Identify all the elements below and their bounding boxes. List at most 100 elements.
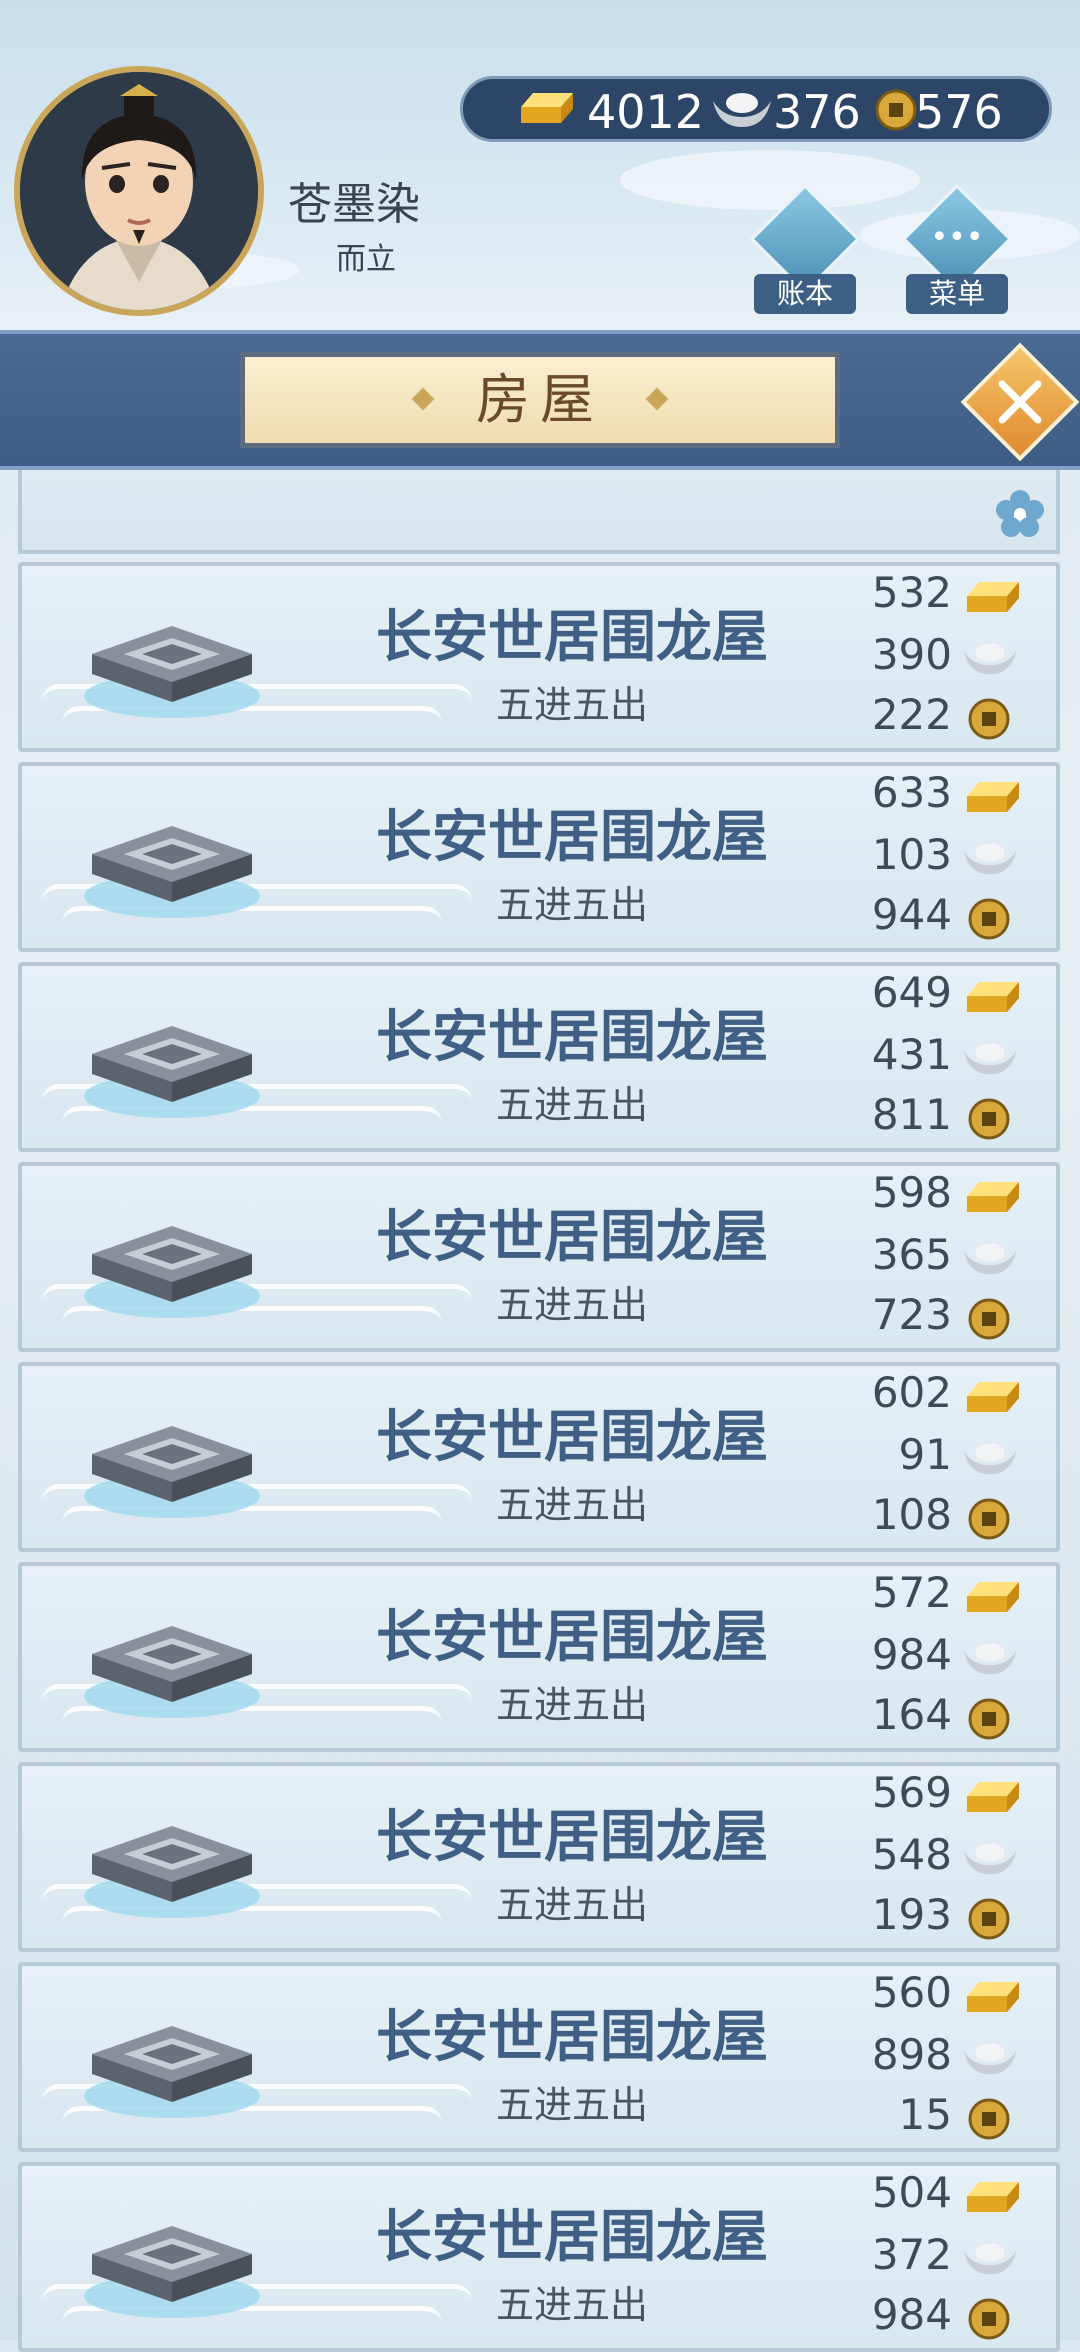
copper-coin-icon (968, 1698, 1010, 1740)
coin-price: 811 (871, 1090, 952, 1139)
house-image (84, 1226, 260, 1318)
house-description: 五进五出 (495, 1683, 648, 1727)
house-name: 长安世居围龙屋 (376, 1405, 768, 1470)
house-image (84, 1626, 260, 1718)
gold-price: 602 (871, 1368, 952, 1417)
gold-price: 504 (871, 2168, 952, 2217)
currency-bar: 4012 376 576 (460, 76, 1052, 142)
house-name: 长安世居围龙屋 (376, 2205, 768, 2270)
house-card[interactable]: 长安世居围龙屋 五进五出 504 372 984 (18, 2162, 1060, 2352)
coin-price: 944 (871, 890, 952, 939)
ledger-button[interactable]: 账本 (749, 183, 861, 318)
house-description: 五进五出 (495, 1283, 648, 1327)
house-name: 长安世居围龙屋 (376, 2005, 768, 2070)
panel-title-plate: 房屋 (240, 352, 840, 448)
coin-price: 108 (871, 1490, 952, 1539)
silver-ingot-icon (963, 2043, 1017, 2075)
silver-price: 431 (871, 1030, 952, 1079)
copper-coin-icon (968, 1898, 1010, 1940)
house-image (84, 626, 260, 718)
gold-ingot-icon (967, 1382, 1019, 1412)
house-description: 五进五出 (495, 2083, 648, 2127)
house-description: 五进五出 (495, 1883, 648, 1927)
copper-coin-icon (968, 2298, 1010, 2340)
gold-ingot-icon (967, 1582, 1019, 1612)
house-image (84, 1426, 260, 1518)
silver-ingot-icon (963, 643, 1017, 675)
silver-ingot-icon (713, 93, 771, 127)
house-card[interactable]: 长安世居围龙屋五进五出 572 984 164 (18, 1562, 1060, 1752)
house-card[interactable]: 长安世居围龙屋五进五出 532 390 222 (18, 562, 1060, 752)
house-card[interactable]: 长安世居围龙屋 五进五出 560 898 15 (18, 1962, 1060, 2152)
gold-ingot-icon (967, 582, 1019, 612)
house-description: 五进五出 (495, 883, 648, 927)
coin-price: 723 (871, 1290, 952, 1339)
house-name: 长安世居围龙屋 (376, 605, 768, 670)
gold-price: 560 (871, 1968, 952, 2017)
copper-coin-icon (968, 698, 1010, 740)
house-name: 长安世居围龙屋 (376, 1605, 768, 1670)
house-card[interactable]: 长安世居围龙屋五进五出 649 431 811 (18, 962, 1060, 1152)
coin-price: 193 (871, 1890, 952, 1939)
house-description: 五进五出 (495, 1083, 648, 1127)
gold-price: 532 (871, 568, 952, 617)
player-title: 而立 (336, 242, 396, 277)
silver-amount: 376 (773, 85, 861, 139)
house-card[interactable]: 长安世居围龙屋五进五出 569 548 193 (18, 1762, 1060, 1952)
gold-price: 649 (871, 968, 952, 1017)
house-name: 长安世居围龙屋 (376, 805, 768, 870)
silver-ingot-icon (963, 1243, 1017, 1275)
partially-hidden-card (18, 470, 1060, 554)
gold-amount: 4012 (587, 85, 705, 139)
copper-coin-icon (875, 89, 917, 131)
coin-price: 222 (871, 690, 952, 739)
house-image (84, 2026, 260, 2118)
player-name: 苍墨染 (288, 179, 420, 230)
gold-ingot-icon (967, 1782, 1019, 1812)
gold-ingot-icon (967, 782, 1019, 812)
copper-coin-icon (968, 898, 1010, 940)
silver-ingot-icon (963, 1843, 1017, 1875)
silver-price: 103 (871, 830, 952, 879)
house-name: 长安世居围龙屋 (376, 1805, 768, 1870)
panel-title: 房屋 (476, 368, 604, 431)
house-name: 长安世居围龙屋 (376, 1205, 768, 1270)
silver-ingot-icon (963, 1043, 1017, 1075)
house-image (84, 2226, 260, 2318)
house-card[interactable]: 长安世居围龙屋 五进五出 602 91 108 (18, 1362, 1060, 1552)
character-portrait (20, 72, 258, 310)
coin-price: 164 (871, 1690, 952, 1739)
gold-price: 633 (871, 768, 952, 817)
silver-ingot-icon (963, 1443, 1017, 1475)
ledger-label: 账本 (754, 274, 856, 314)
player-avatar[interactable] (14, 66, 264, 316)
gold-price: 572 (871, 1568, 952, 1617)
menu-label: 菜单 (906, 274, 1008, 314)
close-icon (998, 380, 1042, 424)
silver-ingot-icon (963, 843, 1017, 875)
silver-price: 390 (871, 630, 952, 679)
house-description: 五进五出 (495, 683, 648, 727)
coin-price: 984 (871, 2290, 952, 2339)
house-image (84, 1826, 260, 1918)
house-card[interactable]: 长安世居围龙屋五进五出 633 103 944 (18, 762, 1060, 952)
house-card[interactable]: 长安世居围龙屋 五进五出 598 365 723 (18, 1162, 1060, 1352)
gold-ingot-icon (521, 93, 573, 123)
gold-price: 569 (871, 1768, 952, 1817)
house-image (84, 1026, 260, 1118)
house-name: 长安世居围龙屋 (376, 1005, 768, 1070)
house-description: 五进五出 (495, 1483, 648, 1527)
flower-icon (996, 490, 1044, 537)
menu-button[interactable]: ••• 菜单 (901, 183, 1013, 318)
silver-price: 548 (871, 1830, 952, 1879)
copper-coin-icon (968, 1098, 1010, 1140)
silver-price: 898 (871, 2030, 952, 2079)
house-image (84, 826, 260, 918)
silver-price: 984 (871, 1630, 952, 1679)
silver-ingot-icon (963, 1643, 1017, 1675)
copper-coin-icon (968, 1498, 1010, 1540)
copper-coin-icon (968, 1298, 1010, 1340)
gold-price: 598 (871, 1168, 952, 1217)
gold-ingot-icon (967, 2182, 1019, 2212)
copper-coin-icon (968, 2098, 1010, 2140)
